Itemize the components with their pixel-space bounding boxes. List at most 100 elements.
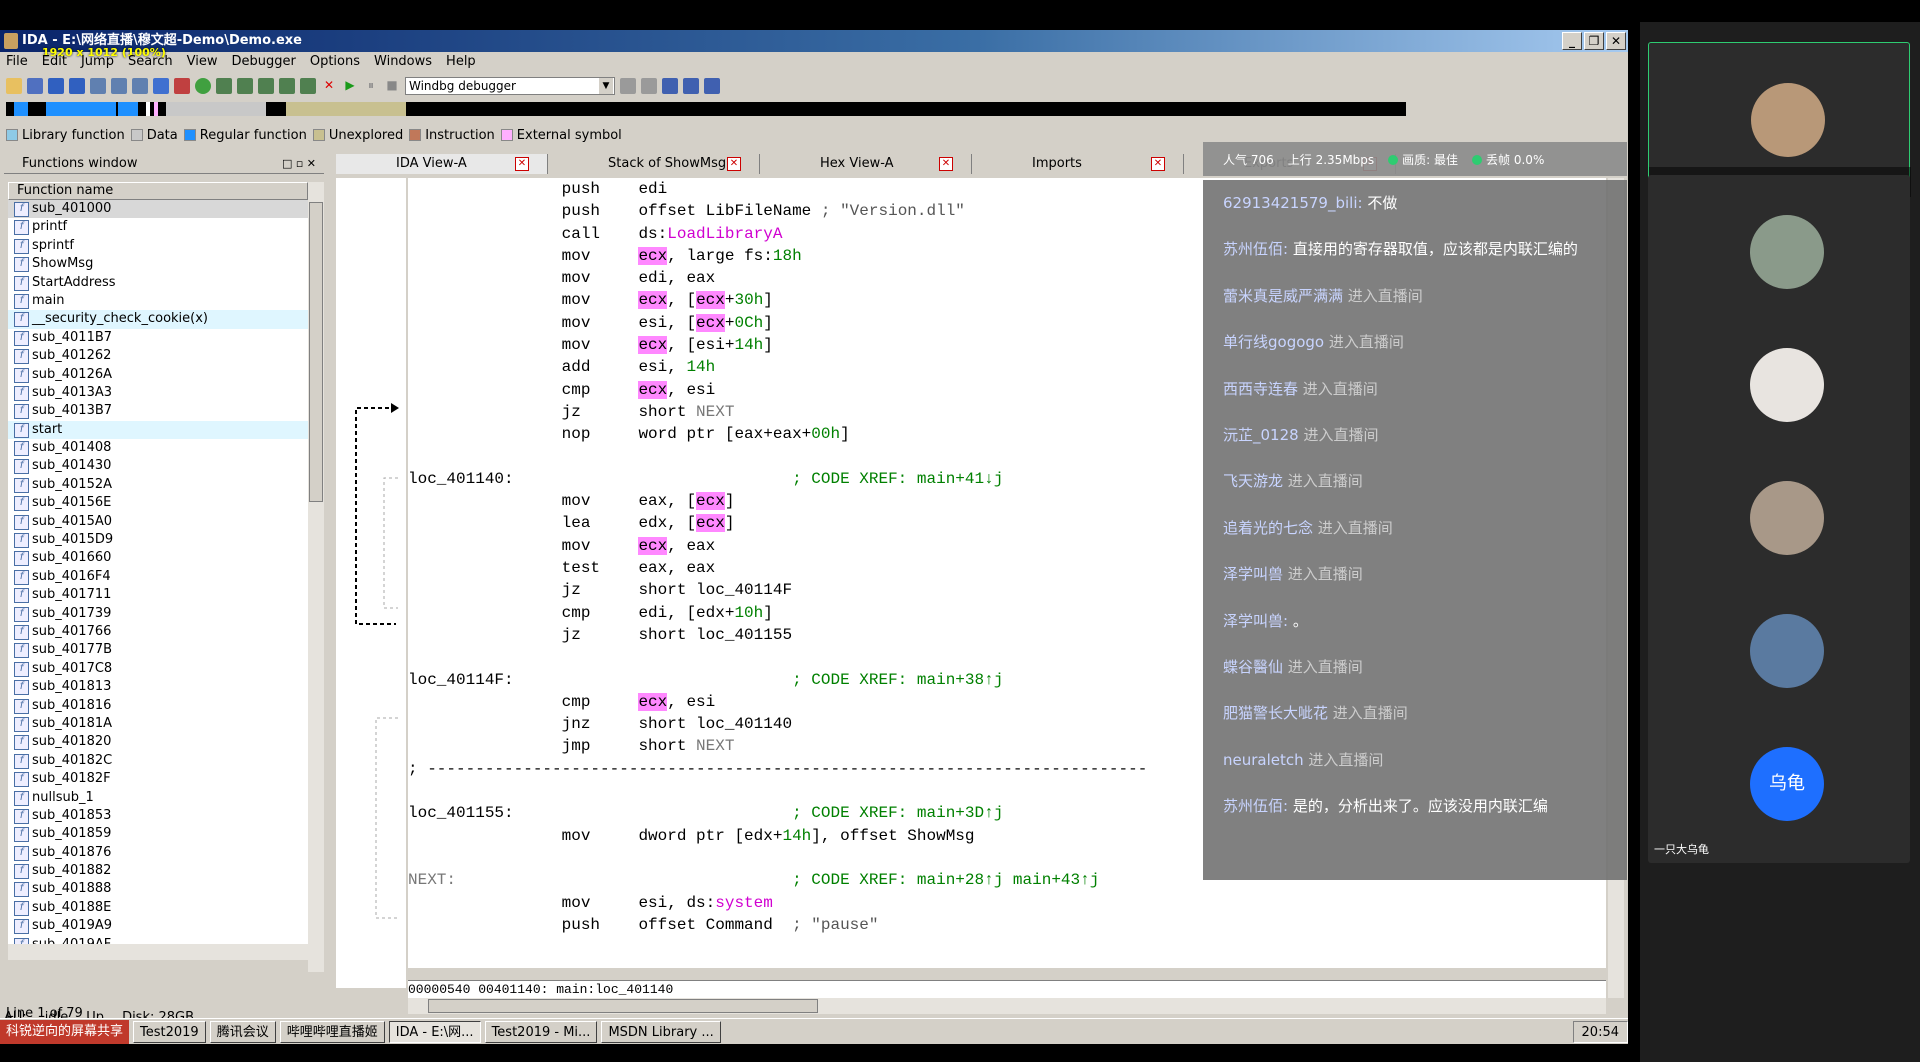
function-item[interactable]: ShowMsg (8, 255, 308, 273)
function-item[interactable]: sprintf (8, 237, 308, 255)
delete-x-icon[interactable]: ✕ (321, 78, 337, 94)
function-item[interactable]: sub_401882 (8, 862, 308, 880)
menu-item-view[interactable]: View (187, 52, 218, 72)
function-name-column-header[interactable]: Function name (8, 182, 308, 200)
function-item[interactable]: sub_401766 (8, 623, 308, 641)
function-item[interactable]: sub_4011B7 (8, 329, 308, 347)
menu-item-edit[interactable]: Edit (42, 52, 67, 72)
pause-icon[interactable]: ⏸ (363, 78, 379, 94)
function-item[interactable]: sub_40188E (8, 899, 308, 917)
function-item[interactable]: sub_401888 (8, 880, 308, 898)
function-item[interactable]: sub_4013B7 (8, 402, 308, 420)
struct-icon[interactable] (216, 78, 232, 94)
green-circle-icon[interactable] (195, 78, 211, 94)
play-icon[interactable]: ▶ (342, 78, 358, 94)
search-icon[interactable] (111, 78, 127, 94)
function-item[interactable]: nullsub_1 (8, 789, 308, 807)
taskbar-item[interactable]: Test2019 - Mi... (484, 1020, 598, 1043)
menu-item-file[interactable]: File (6, 52, 28, 72)
function-item[interactable]: __security_check_cookie(x) (8, 310, 308, 329)
taskbar-item[interactable]: MSDN Library ... (601, 1020, 721, 1043)
function-item[interactable]: sub_4017C8 (8, 660, 308, 678)
tab-close-icon[interactable]: ✕ (515, 157, 529, 171)
function-item[interactable]: sub_401408 (8, 439, 308, 457)
tab-hex-view-a[interactable]: Hex View-A ✕ (760, 154, 972, 174)
stop-icon[interactable]: ■ (384, 78, 400, 94)
menu-item-jump[interactable]: Jump (81, 52, 114, 72)
minimize-button[interactable]: _ (1562, 32, 1582, 50)
back-arrow-icon[interactable] (48, 78, 64, 94)
function-item[interactable]: sub_4015A0 (8, 513, 308, 531)
taskbar-item[interactable]: IDA - E:\网... (388, 1020, 481, 1043)
function-item[interactable]: StartAddress (8, 274, 308, 292)
taskbar-item[interactable]: 哔哩哔哩直播姬 (279, 1020, 385, 1043)
tab-close-icon[interactable]: ✕ (939, 157, 953, 171)
function-item[interactable]: main (8, 292, 308, 310)
code-line[interactable]: push offset Command ; "pause" (408, 914, 1606, 936)
up-arrow-icon[interactable] (153, 78, 169, 94)
function-item[interactable]: sub_401813 (8, 678, 308, 696)
function-item[interactable]: sub_401711 (8, 586, 308, 604)
tab-close-icon[interactable]: ✕ (727, 157, 741, 171)
function-item[interactable]: sub_4015D9 (8, 531, 308, 549)
tab-imports[interactable]: Imports ✕ (972, 154, 1184, 174)
menu-item-help[interactable]: Help (446, 52, 476, 72)
binary-icon[interactable] (90, 78, 106, 94)
graph-icon[interactable] (174, 78, 190, 94)
function-item[interactable]: sub_401820 (8, 733, 308, 751)
function-list-scrollbar[interactable] (308, 182, 324, 972)
restore-button[interactable]: ❐ (1584, 32, 1604, 50)
function-item[interactable]: sub_401859 (8, 825, 308, 843)
code-line[interactable]: mov esi, ds:system (408, 892, 1606, 914)
save-icon[interactable] (27, 78, 43, 94)
close-button[interactable]: ✕ (1606, 32, 1626, 50)
function-item[interactable]: sub_4019A9 (8, 917, 308, 935)
function-item[interactable]: sub_40126A (8, 366, 308, 384)
breakpoint-icon[interactable] (300, 78, 316, 94)
menu-item-search[interactable]: Search (128, 52, 173, 72)
function-item[interactable]: sub_401660 (8, 549, 308, 567)
function-item[interactable]: sub_40181A (8, 715, 308, 733)
function-item[interactable]: sub_401816 (8, 697, 308, 715)
function-item[interactable]: start (8, 420, 308, 440)
function-item[interactable]: sub_401262 (8, 347, 308, 365)
open-icon[interactable] (6, 78, 22, 94)
debugger-select[interactable]: Windbg debugger (405, 77, 615, 95)
participant-tile[interactable]: 乌龟 一只大乌龟 (1648, 707, 1910, 863)
function-item[interactable]: sub_401853 (8, 807, 308, 825)
search-next-icon[interactable] (132, 78, 148, 94)
function-item[interactable]: sub_401000 (8, 200, 308, 219)
function-item[interactable]: sub_401430 (8, 457, 308, 475)
function-item[interactable]: sub_40156E (8, 494, 308, 512)
function-list-hscrollbar[interactable] (8, 944, 308, 960)
function-item[interactable]: sub_40152A (8, 476, 308, 494)
taskbar-item[interactable]: 腾讯会议 (209, 1020, 276, 1043)
menu-item-windows[interactable]: Windows (374, 52, 432, 72)
function-item[interactable]: sub_40182C (8, 752, 308, 770)
step-over-icon[interactable] (704, 78, 720, 94)
function-item[interactable]: sub_40177B (8, 641, 308, 659)
screen-share-indicator[interactable]: 科锐逆向的屏幕共享 (0, 1019, 130, 1044)
window-controls[interactable]: □ ▫ ✕ (282, 154, 316, 174)
menu-item-options[interactable]: Options (310, 52, 360, 72)
navigation-band[interactable] (6, 102, 1406, 116)
patch-icon[interactable] (279, 78, 295, 94)
detach-icon[interactable] (641, 78, 657, 94)
function-item[interactable]: sub_4019AF (8, 936, 308, 944)
forward-arrow-icon[interactable] (69, 78, 85, 94)
tab-stack-of-showmsg[interactable]: Stack of ShowMsg ✕ (548, 154, 760, 174)
taskbar-item[interactable]: Test2019 (133, 1020, 206, 1043)
attach-icon[interactable] (620, 78, 636, 94)
enum-icon[interactable] (237, 78, 253, 94)
function-item[interactable]: sub_40182F (8, 770, 308, 788)
step-into-icon[interactable] (683, 78, 699, 94)
function-item[interactable]: sub_4016F4 (8, 568, 308, 586)
function-item[interactable]: printf (8, 218, 308, 236)
tab-ida-view-a[interactable]: IDA View-A ✕ (336, 154, 548, 174)
tab-close-icon[interactable]: ✕ (1151, 157, 1165, 171)
xref-icon[interactable] (258, 78, 274, 94)
menu-item-debugger[interactable]: Debugger (231, 52, 295, 72)
function-item[interactable]: sub_401739 (8, 605, 308, 623)
function-item[interactable]: sub_401876 (8, 844, 308, 862)
function-item[interactable]: sub_4013A3 (8, 384, 308, 402)
